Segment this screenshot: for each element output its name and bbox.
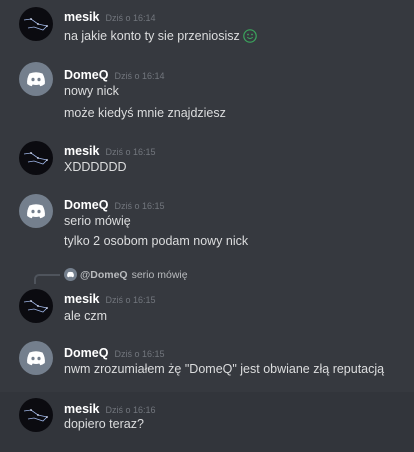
username[interactable]: DomeQ bbox=[64, 68, 108, 82]
message-text: XDDDDDD bbox=[64, 160, 127, 174]
username[interactable]: mesik bbox=[64, 402, 99, 416]
message-group: DomeQ Dziś o 16:15 serio mówię tylko 2 os… bbox=[0, 188, 414, 258]
message-group: mesik Dziś o 16:15 XDDDDDD bbox=[0, 137, 414, 185]
constellation-avatar[interactable] bbox=[19, 289, 53, 323]
timestamp[interactable]: Dziś o 16:14 bbox=[105, 13, 155, 23]
message-group: DomeQ Dziś o 16:15 nwm zrozumiałem żę "Do… bbox=[0, 336, 414, 386]
message-text: serio mówię bbox=[64, 214, 131, 228]
discord-logo-avatar[interactable] bbox=[19, 194, 53, 228]
message-text: może kiedyś mnie znajdziesz bbox=[64, 106, 226, 120]
username[interactable]: mesik bbox=[64, 10, 99, 24]
discord-logo-avatar[interactable] bbox=[19, 62, 53, 96]
username[interactable]: mesik bbox=[64, 144, 99, 158]
username[interactable]: mesik bbox=[64, 292, 99, 306]
reply-preview[interactable]: @DomeQ serio mówię bbox=[64, 268, 188, 282]
reply-author[interactable]: @DomeQ bbox=[80, 269, 128, 281]
timestamp[interactable]: Dziś o 16:15 bbox=[105, 147, 155, 157]
timestamp[interactable]: Dziś o 16:15 bbox=[114, 349, 164, 359]
message-group: DomeQ Dziś o 16:14 nowy nick może kiedyś … bbox=[0, 58, 414, 128]
reply-spine bbox=[34, 274, 60, 284]
slight-smile-emoji bbox=[242, 29, 257, 43]
constellation-avatar[interactable] bbox=[19, 141, 53, 175]
discord-logo-avatar[interactable] bbox=[19, 341, 53, 375]
reply-text[interactable]: serio mówię bbox=[132, 269, 188, 281]
timestamp[interactable]: Dziś o 16:15 bbox=[114, 201, 164, 211]
username[interactable]: DomeQ bbox=[64, 198, 108, 212]
message-text: dopiero teraz? bbox=[64, 417, 144, 431]
message-text: na jakie konto ty sie przeniosisz bbox=[64, 29, 257, 43]
username[interactable]: DomeQ bbox=[64, 346, 108, 360]
message-group: mesik Dziś o 16:15 ale czm bbox=[0, 284, 414, 330]
message-group: mesik Dziś o 16:16 dopiero teraz? bbox=[0, 392, 414, 452]
message-text: nwm zrozumiałem żę "DomeQ" jest obwiane … bbox=[64, 362, 385, 376]
constellation-avatar[interactable] bbox=[19, 7, 53, 41]
message-text: tylko 2 osobom podam nowy nick bbox=[64, 234, 249, 248]
constellation-avatar[interactable] bbox=[19, 398, 53, 432]
discord-logo-avatar bbox=[64, 268, 77, 281]
timestamp[interactable]: Dziś o 16:15 bbox=[105, 295, 155, 305]
timestamp[interactable]: Dziś o 16:14 bbox=[114, 71, 164, 81]
message-text: ale czm bbox=[64, 309, 108, 323]
timestamp[interactable]: Dziś o 16:16 bbox=[105, 405, 155, 415]
message-group: mesik Dziś o 16:14 na jakie konto ty sie … bbox=[0, 0, 414, 52]
message-text: nowy nick bbox=[64, 84, 119, 98]
